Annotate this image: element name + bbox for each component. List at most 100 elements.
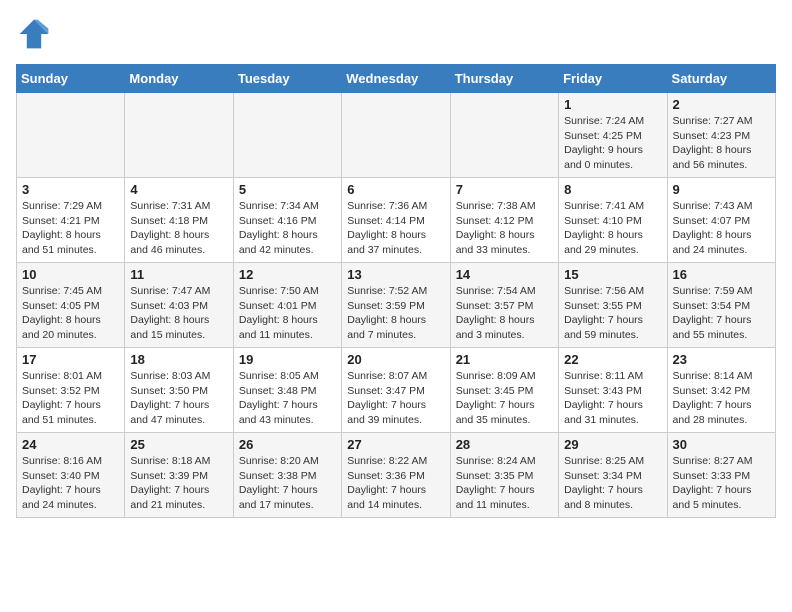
day-number: 3: [22, 182, 119, 197]
day-number: 14: [456, 267, 553, 282]
calendar-cell: 23Sunrise: 8:14 AMSunset: 3:42 PMDayligh…: [667, 348, 775, 433]
logo: [16, 16, 58, 52]
day-info: Sunrise: 8:09 AMSunset: 3:45 PMDaylight:…: [456, 369, 553, 428]
calendar-cell: 5Sunrise: 7:34 AMSunset: 4:16 PMDaylight…: [233, 178, 341, 263]
day-number: 19: [239, 352, 336, 367]
day-info: Sunrise: 8:14 AMSunset: 3:42 PMDaylight:…: [673, 369, 770, 428]
day-info: Sunrise: 7:50 AMSunset: 4:01 PMDaylight:…: [239, 284, 336, 343]
day-number: 24: [22, 437, 119, 452]
day-number: 26: [239, 437, 336, 452]
day-number: 30: [673, 437, 770, 452]
calendar-cell: [342, 93, 450, 178]
day-number: 28: [456, 437, 553, 452]
calendar-cell: 22 Sunrise: 8:11 AMSunset: 3:43 PMDayligh…: [559, 348, 667, 433]
day-info: Sunrise: 8:20 AMSunset: 3:38 PMDaylight:…: [239, 454, 336, 513]
calendar-cell: 28 Sunrise: 8:24 AMSunset: 3:35 PMDayligh…: [450, 433, 558, 518]
day-number: 2: [673, 97, 770, 112]
column-header-tuesday: Tuesday: [233, 65, 341, 93]
day-number: 10: [22, 267, 119, 282]
calendar-cell: 21 Sunrise: 8:09 AMSunset: 3:45 PMDayligh…: [450, 348, 558, 433]
calendar-cell: 12 Sunrise: 7:50 AMSunset: 4:01 PMDayligh…: [233, 263, 341, 348]
day-number: 11: [130, 267, 227, 282]
calendar-cell: [450, 93, 558, 178]
calendar-cell: 9Sunrise: 7:43 AMSunset: 4:07 PMDaylight…: [667, 178, 775, 263]
calendar-cell: 7 Sunrise: 7:38 AMSunset: 4:12 PMDaylight…: [450, 178, 558, 263]
calendar-cell: 18 Sunrise: 8:03 AMSunset: 3:50 PMDayligh…: [125, 348, 233, 433]
calendar-cell: 6Sunrise: 7:36 AMSunset: 4:14 PMDaylight…: [342, 178, 450, 263]
calendar-table: SundayMondayTuesdayWednesdayThursdayFrid…: [16, 64, 776, 518]
calendar-cell: 13 Sunrise: 7:52 AMSunset: 3:59 PMDayligh…: [342, 263, 450, 348]
calendar-cell: 4 Sunrise: 7:31 AMSunset: 4:18 PMDaylight…: [125, 178, 233, 263]
calendar-cell: [233, 93, 341, 178]
calendar-week-row: 10 Sunrise: 7:45 AMSunset: 4:05 PMDayligh…: [17, 263, 776, 348]
day-info: Sunrise: 7:38 AMSunset: 4:12 PMDaylight:…: [456, 199, 553, 258]
day-info: Sunrise: 8:25 AMSunset: 3:34 PMDaylight:…: [564, 454, 661, 513]
calendar-cell: 24 Sunrise: 8:16 AMSunset: 3:40 PMDayligh…: [17, 433, 125, 518]
day-info: Sunrise: 8:16 AMSunset: 3:40 PMDaylight:…: [22, 454, 119, 513]
day-info: Sunrise: 8:11 AMSunset: 3:43 PMDaylight:…: [564, 369, 661, 428]
column-header-monday: Monday: [125, 65, 233, 93]
calendar-cell: 11 Sunrise: 7:47 AMSunset: 4:03 PMDayligh…: [125, 263, 233, 348]
column-header-thursday: Thursday: [450, 65, 558, 93]
day-number: 5: [239, 182, 336, 197]
day-info: Sunrise: 7:56 AMSunset: 3:55 PMDaylight:…: [564, 284, 661, 343]
day-info: Sunrise: 7:41 AMSunset: 4:10 PMDaylight:…: [564, 199, 661, 258]
day-info: Sunrise: 7:27 AMSunset: 4:23 PMDaylight:…: [673, 114, 770, 173]
day-info: Sunrise: 7:31 AMSunset: 4:18 PMDaylight:…: [130, 199, 227, 258]
column-header-saturday: Saturday: [667, 65, 775, 93]
calendar-cell: 14 Sunrise: 7:54 AMSunset: 3:57 PMDayligh…: [450, 263, 558, 348]
day-info: Sunrise: 8:22 AMSunset: 3:36 PMDaylight:…: [347, 454, 444, 513]
day-number: 29: [564, 437, 661, 452]
calendar-cell: 29 Sunrise: 8:25 AMSunset: 3:34 PMDayligh…: [559, 433, 667, 518]
day-number: 6: [347, 182, 444, 197]
calendar-cell: 27 Sunrise: 8:22 AMSunset: 3:36 PMDayligh…: [342, 433, 450, 518]
day-number: 18: [130, 352, 227, 367]
day-number: 12: [239, 267, 336, 282]
day-info: Sunrise: 7:45 AMSunset: 4:05 PMDaylight:…: [22, 284, 119, 343]
day-info: Sunrise: 8:05 AMSunset: 3:48 PMDaylight:…: [239, 369, 336, 428]
day-number: 27: [347, 437, 444, 452]
calendar-header-row: SundayMondayTuesdayWednesdayThursdayFrid…: [17, 65, 776, 93]
logo-icon: [16, 16, 52, 52]
day-info: Sunrise: 7:43 AMSunset: 4:07 PMDaylight:…: [673, 199, 770, 258]
day-number: 15: [564, 267, 661, 282]
column-header-sunday: Sunday: [17, 65, 125, 93]
day-info: Sunrise: 7:29 AMSunset: 4:21 PMDaylight:…: [22, 199, 119, 258]
day-info: Sunrise: 7:47 AMSunset: 4:03 PMDaylight:…: [130, 284, 227, 343]
calendar-cell: 8 Sunrise: 7:41 AMSunset: 4:10 PMDaylight…: [559, 178, 667, 263]
day-number: 13: [347, 267, 444, 282]
calendar-cell: 30Sunrise: 8:27 AMSunset: 3:33 PMDayligh…: [667, 433, 775, 518]
calendar-week-row: 3 Sunrise: 7:29 AMSunset: 4:21 PMDaylight…: [17, 178, 776, 263]
calendar-cell: 10 Sunrise: 7:45 AMSunset: 4:05 PMDayligh…: [17, 263, 125, 348]
day-info: Sunrise: 7:59 AMSunset: 3:54 PMDaylight:…: [673, 284, 770, 343]
day-number: 7: [456, 182, 553, 197]
day-number: 16: [673, 267, 770, 282]
calendar-cell: 25Sunrise: 8:18 AMSunset: 3:39 PMDayligh…: [125, 433, 233, 518]
day-number: 22: [564, 352, 661, 367]
day-number: 1: [564, 97, 661, 112]
day-number: 8: [564, 182, 661, 197]
day-info: Sunrise: 7:54 AMSunset: 3:57 PMDaylight:…: [456, 284, 553, 343]
day-number: 21: [456, 352, 553, 367]
day-number: 4: [130, 182, 227, 197]
calendar-week-row: 1 Sunrise: 7:24 AMSunset: 4:25 PMDaylight…: [17, 93, 776, 178]
day-info: Sunrise: 8:07 AMSunset: 3:47 PMDaylight:…: [347, 369, 444, 428]
calendar-week-row: 17Sunrise: 8:01 AMSunset: 3:52 PMDayligh…: [17, 348, 776, 433]
calendar-cell: 1 Sunrise: 7:24 AMSunset: 4:25 PMDaylight…: [559, 93, 667, 178]
day-info: Sunrise: 7:52 AMSunset: 3:59 PMDaylight:…: [347, 284, 444, 343]
calendar-cell: 26 Sunrise: 8:20 AMSunset: 3:38 PMDayligh…: [233, 433, 341, 518]
calendar-cell: 3 Sunrise: 7:29 AMSunset: 4:21 PMDaylight…: [17, 178, 125, 263]
calendar-cell: 2 Sunrise: 7:27 AMSunset: 4:23 PMDaylight…: [667, 93, 775, 178]
day-info: Sunrise: 8:24 AMSunset: 3:35 PMDaylight:…: [456, 454, 553, 513]
day-info: Sunrise: 8:18 AMSunset: 3:39 PMDaylight:…: [130, 454, 227, 513]
day-info: Sunrise: 8:01 AMSunset: 3:52 PMDaylight:…: [22, 369, 119, 428]
day-info: Sunrise: 7:24 AMSunset: 4:25 PMDaylight:…: [564, 114, 661, 173]
day-info: Sunrise: 8:03 AMSunset: 3:50 PMDaylight:…: [130, 369, 227, 428]
calendar-cell: 16 Sunrise: 7:59 AMSunset: 3:54 PMDayligh…: [667, 263, 775, 348]
calendar-week-row: 24 Sunrise: 8:16 AMSunset: 3:40 PMDayligh…: [17, 433, 776, 518]
calendar-cell: 15 Sunrise: 7:56 AMSunset: 3:55 PMDayligh…: [559, 263, 667, 348]
calendar-cell: [17, 93, 125, 178]
day-number: 20: [347, 352, 444, 367]
column-header-wednesday: Wednesday: [342, 65, 450, 93]
calendar-cell: 19 Sunrise: 8:05 AMSunset: 3:48 PMDayligh…: [233, 348, 341, 433]
